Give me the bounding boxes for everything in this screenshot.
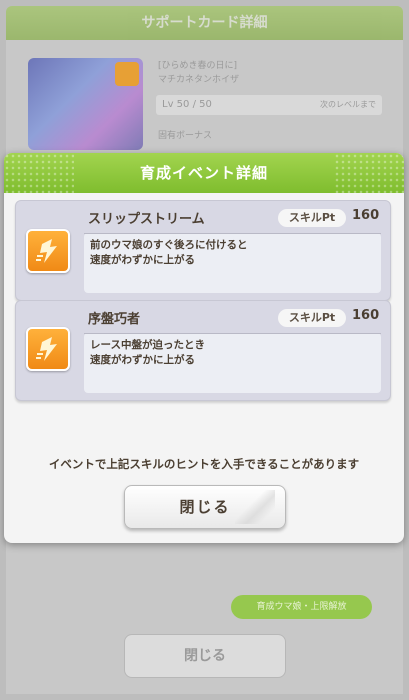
skill-description-line1: 前のウマ娘のすぐ後ろに付けると <box>90 239 248 251</box>
bonus-section-label: 固有ボーナス <box>158 131 213 141</box>
dialog-header: 育成イベント詳細 <box>4 153 404 193</box>
skill-card[interactable]: スリップストリーム スキルPt 160 前のウマ娘のすぐ後ろに付けると 速度がわ… <box>15 200 391 301</box>
background-training-button: 育成ウマ娘・上限解放 <box>231 595 372 619</box>
card-title-line1: [ひらめき春の日に] <box>158 61 238 71</box>
skill-divider <box>84 333 381 334</box>
support-card-detail-header: サポートカード詳細 <box>6 6 403 40</box>
skill-description-line2: 速度がわずかに上がる <box>90 254 195 266</box>
speed-skill-icon <box>26 327 70 371</box>
skill-description-line1: レース中盤が迫ったとき <box>90 339 205 351</box>
skill-pt-value: 160 <box>352 308 380 323</box>
skill-name: 序盤巧者 <box>88 312 141 327</box>
card-title-line2: マチカネタンホイザ <box>158 75 240 85</box>
card-level-bar: Lv 50 / 50 次のレベルまで <box>156 95 382 115</box>
card-type-badge-icon <box>115 62 139 86</box>
skill-name: スリップストリーム <box>88 212 205 227</box>
card-level-text: Lv 50 / 50 <box>162 99 212 110</box>
skill-pt-label: スキルPt <box>278 309 346 327</box>
skill-pt-label: スキルPt <box>278 209 346 227</box>
card-level-right: 次のレベルまで <box>320 100 376 109</box>
speed-skill-icon <box>26 229 70 273</box>
background-close-button: 閉じる <box>124 634 286 678</box>
skill-pt-value: 160 <box>352 208 380 223</box>
skill-description: レース中盤が迫ったとき 速度がわずかに上がる <box>90 338 380 368</box>
skill-card[interactable]: 序盤巧者 スキルPt 160 レース中盤が迫ったとき 速度がわずかに上がる <box>15 300 391 401</box>
hint-notice: イベントで上記スキルのヒントを入手できることがあります <box>48 457 360 471</box>
dialog-title: 育成イベント詳細 <box>139 164 268 182</box>
event-detail-dialog: 育成イベント詳細 スリップストリーム スキルPt 160 前のウマ娘のすぐ後ろに… <box>4 153 404 543</box>
skill-description: 前のウマ娘のすぐ後ろに付けると 速度がわずかに上がる <box>90 238 380 268</box>
skill-description-line2: 速度がわずかに上がる <box>90 354 195 366</box>
skill-divider <box>84 233 381 234</box>
close-button[interactable]: 閉じる <box>124 485 286 529</box>
